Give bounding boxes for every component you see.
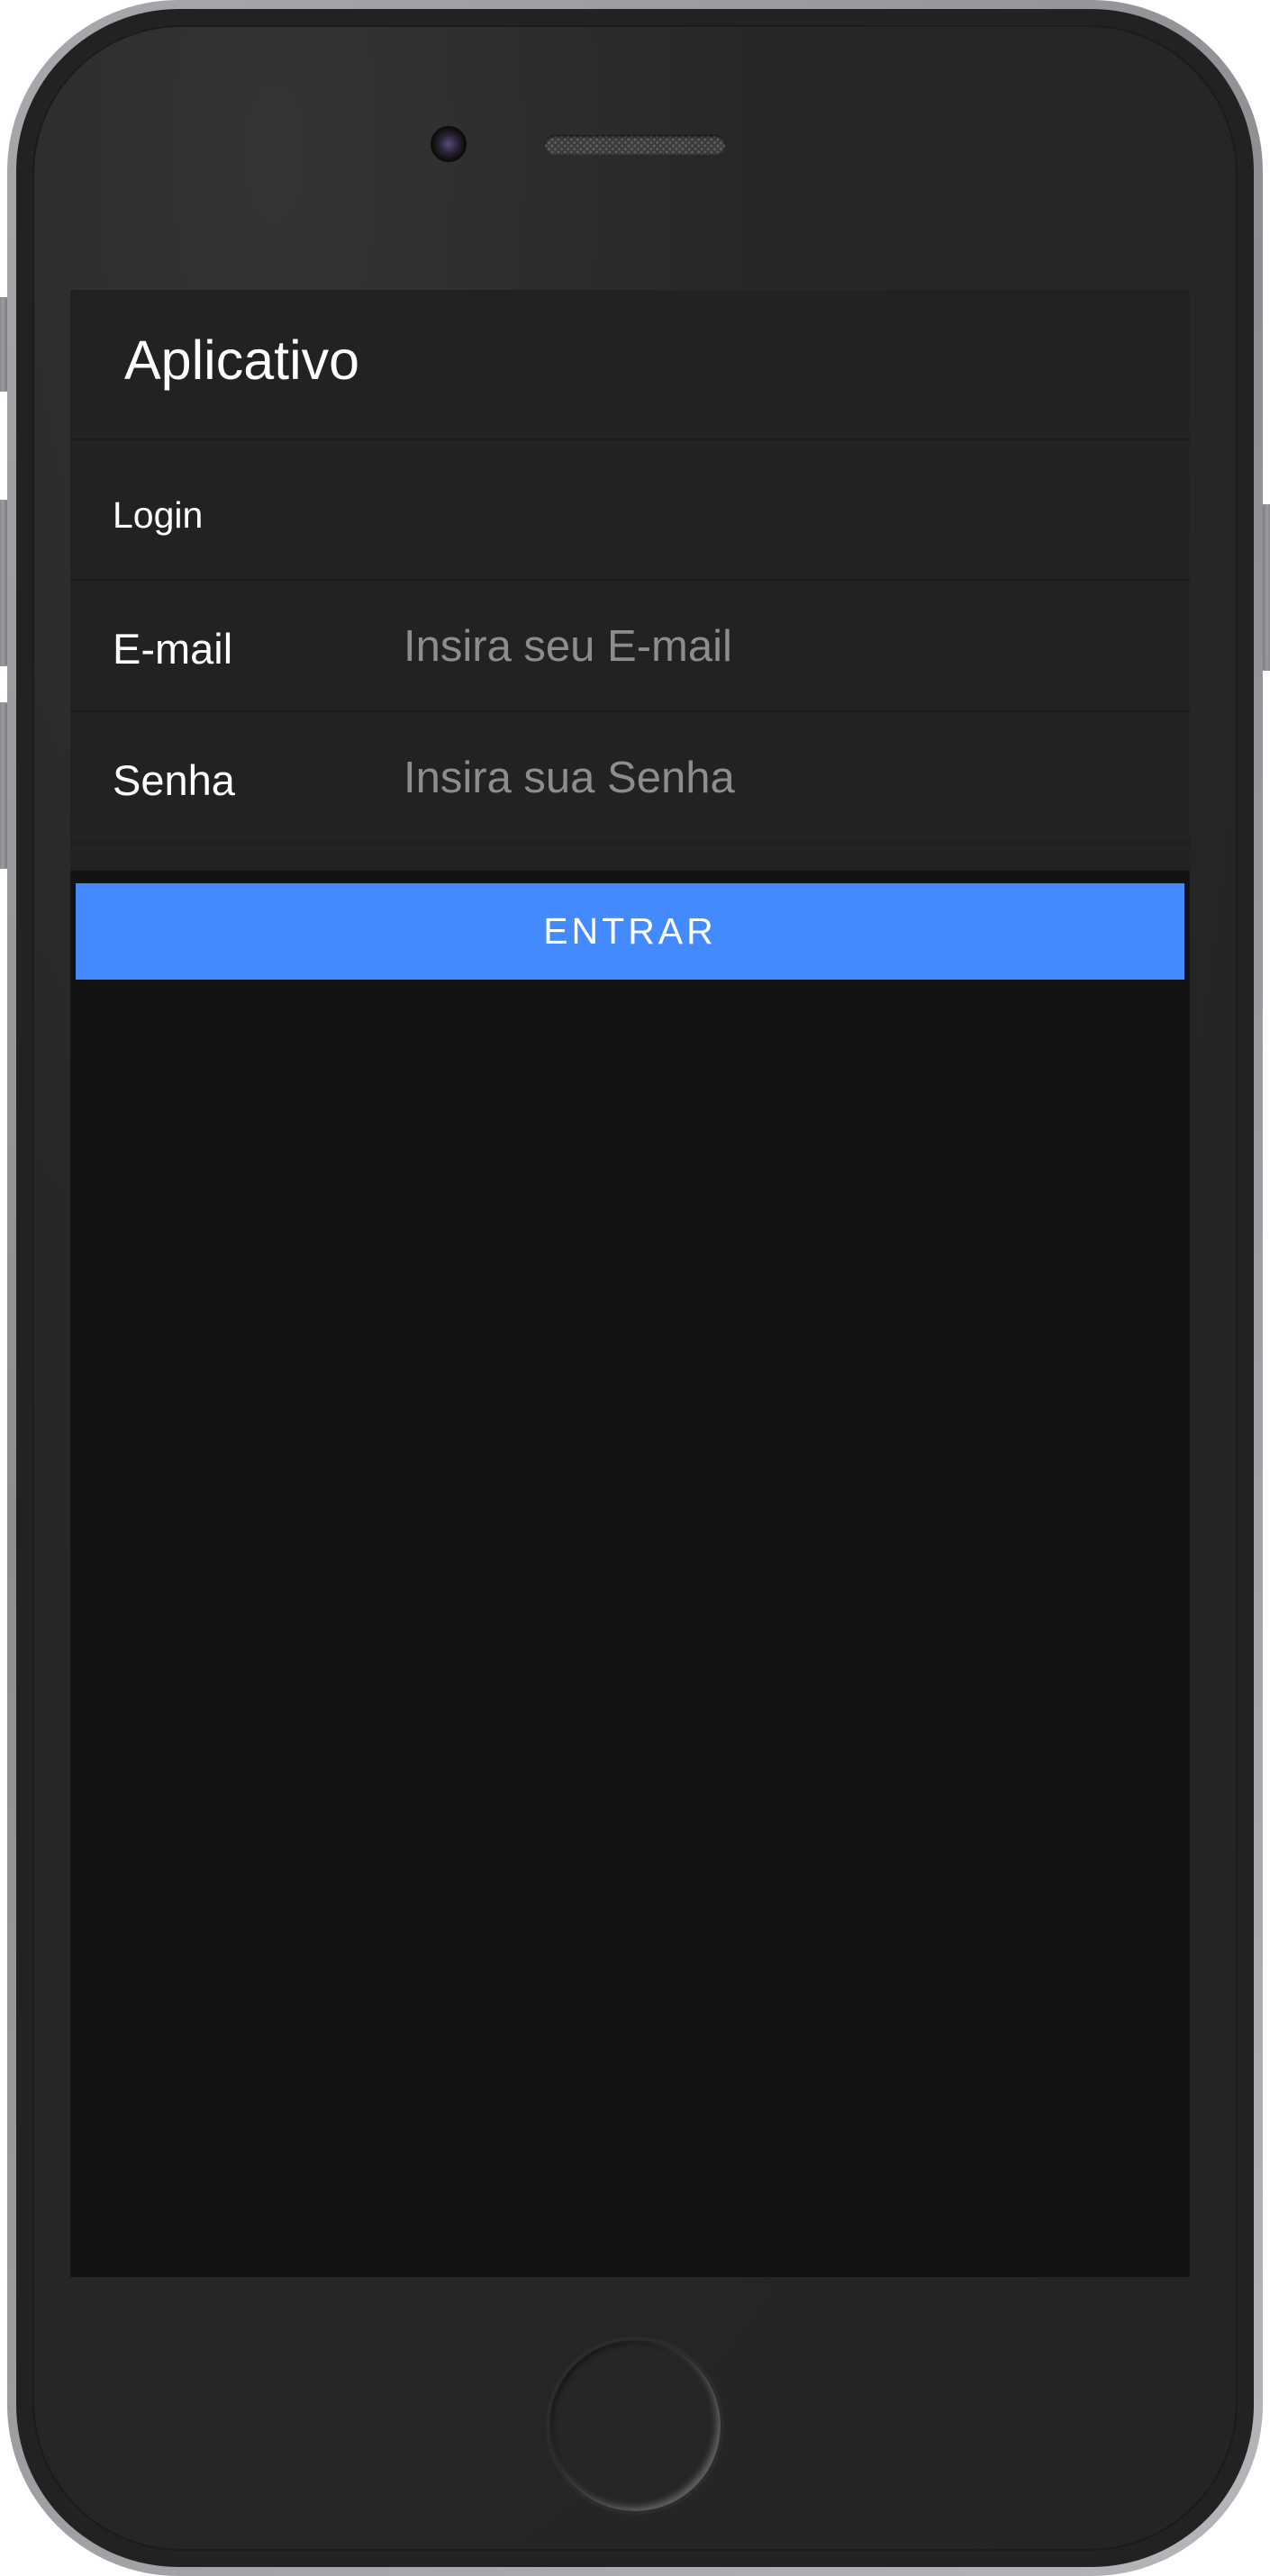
enter-button[interactable]: ENTRAR — [76, 883, 1184, 980]
device-mockup: Aplicativo Login E-mail Senha ENTRAR — [0, 0, 1270, 2576]
app-screen: Aplicativo Login E-mail Senha ENTRAR — [70, 290, 1190, 2277]
app-title: Aplicativo — [124, 330, 360, 391]
home-button-icon[interactable] — [546, 2336, 724, 2515]
login-form: Login E-mail Senha — [70, 440, 1190, 871]
login-header-row: Login — [70, 440, 1190, 581]
email-field[interactable] — [404, 615, 1142, 678]
password-label: Senha — [113, 756, 235, 804]
password-field[interactable] — [404, 746, 1142, 809]
front-camera-icon — [431, 126, 467, 162]
email-row: E-mail — [70, 581, 1190, 712]
app-header: Aplicativo — [70, 290, 1190, 440]
email-label: E-mail — [113, 625, 233, 673]
speaker-grille-icon — [544, 135, 726, 155]
login-title: Login — [113, 494, 204, 536]
password-row: Senha — [70, 712, 1190, 844]
